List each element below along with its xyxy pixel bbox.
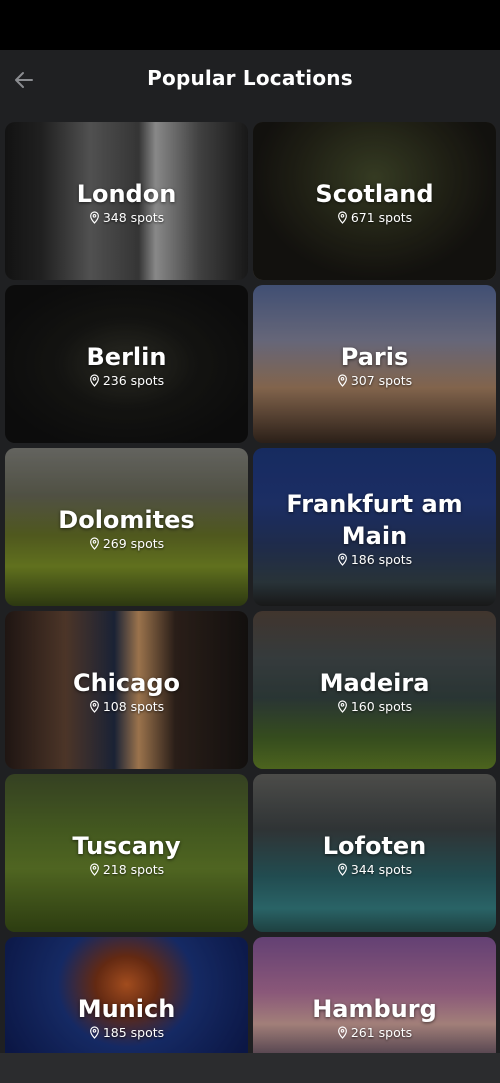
location-card-munich[interactable]: Munich 185 spots: [5, 937, 248, 1053]
location-card-scotland[interactable]: Scotland 671 spots: [253, 122, 496, 280]
location-name: Lofoten: [322, 831, 427, 860]
spots-count: 269 spots: [102, 535, 165, 551]
location-name: Tuscany: [72, 831, 181, 860]
spots-count: 344 spots: [350, 861, 413, 877]
map-pin-icon: [89, 373, 99, 387]
location-card-berlin[interactable]: Berlin 236 spots: [5, 285, 248, 443]
map-pin-icon: [89, 536, 99, 550]
location-spots: 269 spots: [89, 536, 164, 551]
map-pin-icon: [89, 210, 99, 224]
app-header: Popular Locations: [0, 50, 500, 112]
location-spots: 671 spots: [337, 210, 412, 225]
location-card-dolomites[interactable]: Dolomites 269 spots: [5, 448, 248, 606]
location-name: Chicago: [72, 668, 180, 697]
spots-count: 348 spots: [102, 209, 165, 225]
location-card-madeira[interactable]: Madeira 160 spots: [253, 611, 496, 769]
map-pin-icon: [337, 552, 347, 566]
spots-count: 160 spots: [350, 698, 413, 714]
map-pin-icon: [337, 1025, 347, 1039]
location-spots: 185 spots: [89, 1025, 164, 1040]
location-spots: 261 spots: [337, 1025, 412, 1040]
location-name: London: [76, 179, 177, 208]
map-pin-icon: [89, 862, 99, 876]
spots-count: 236 spots: [102, 372, 165, 388]
location-name: Dolomites: [58, 505, 195, 534]
map-pin-icon: [89, 699, 99, 713]
location-spots: 348 spots: [89, 210, 164, 225]
location-spots: 344 spots: [337, 862, 412, 877]
map-pin-icon: [337, 210, 347, 224]
location-spots: 186 spots: [337, 552, 412, 567]
location-card-lofoten[interactable]: Lofoten 344 spots: [253, 774, 496, 932]
page-title: Popular Locations: [147, 66, 353, 90]
location-name: Munich: [77, 994, 176, 1023]
spots-count: 307 spots: [350, 372, 413, 388]
map-pin-icon: [89, 1025, 99, 1039]
location-name: Frankfurt am Main: [286, 489, 463, 550]
spots-count: 261 spots: [350, 1024, 413, 1040]
location-card-paris[interactable]: Paris 307 spots: [253, 285, 496, 443]
location-name: Madeira: [319, 668, 430, 697]
location-card-chicago[interactable]: Chicago 108 spots: [5, 611, 248, 769]
location-card-london[interactable]: London 348 spots: [5, 122, 248, 280]
location-card-hamburg[interactable]: Hamburg 261 spots: [253, 937, 496, 1053]
location-spots: 160 spots: [337, 699, 412, 714]
spots-count: 218 spots: [102, 861, 165, 877]
spots-count: 671 spots: [350, 209, 413, 225]
location-card-frankfurt[interactable]: Frankfurt am Main 186 spots: [253, 448, 496, 606]
location-card-tuscany[interactable]: Tuscany 218 spots: [5, 774, 248, 932]
spots-count: 186 spots: [350, 551, 413, 567]
location-name: Scotland: [315, 179, 434, 208]
spots-count: 185 spots: [102, 1024, 165, 1040]
location-spots: 218 spots: [89, 862, 164, 877]
location-name: Paris: [340, 342, 409, 371]
location-spots: 307 spots: [337, 373, 412, 388]
location-name: Hamburg: [312, 994, 437, 1023]
map-pin-icon: [337, 699, 347, 713]
map-pin-icon: [337, 373, 347, 387]
spots-count: 108 spots: [102, 698, 165, 714]
navigation-bar: [0, 1053, 500, 1083]
location-name: Berlin: [86, 342, 167, 371]
map-pin-icon: [337, 862, 347, 876]
locations-grid: London 348 spots Scotland 671 spots Berl…: [5, 122, 496, 1053]
location-spots: 108 spots: [89, 699, 164, 714]
location-spots: 236 spots: [89, 373, 164, 388]
status-bar: [0, 0, 500, 50]
